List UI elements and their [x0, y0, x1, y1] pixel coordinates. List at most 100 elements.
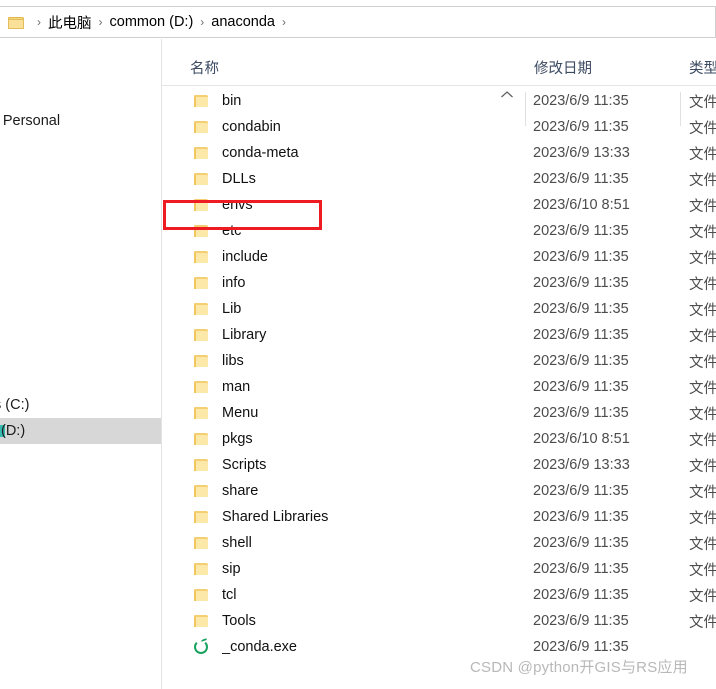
file-row[interactable]: man 2023/6/9 11:35 文件 — [162, 374, 716, 400]
file-date-modified: 2023/6/9 11:35 — [533, 587, 629, 603]
file-type: 文件 — [689, 224, 716, 241]
file-row[interactable]: include 2023/6/9 11:35 文件 — [162, 244, 716, 270]
file-name: Tools — [222, 613, 256, 629]
file-type: 文件 — [689, 354, 716, 371]
file-type: 文件 — [689, 510, 716, 527]
folder-icon — [193, 223, 210, 239]
file-row[interactable]: bin 2023/6/9 11:35 文件 — [162, 88, 716, 114]
file-date-modified: 2023/6/9 11:35 — [533, 613, 629, 629]
file-type: 文件 — [689, 458, 716, 475]
breadcrumb-item-this-pc[interactable]: 此电脑 — [48, 12, 92, 33]
file-name: Shared Libraries — [222, 509, 329, 525]
folder-icon — [193, 587, 210, 603]
file-date-modified: 2023/6/9 11:35 — [533, 327, 629, 343]
file-name: sip — [222, 561, 241, 577]
file-name: etc — [222, 223, 242, 239]
file-row[interactable]: libs 2023/6/9 11:35 文件 — [162, 348, 716, 374]
anaconda-icon — [193, 638, 210, 655]
file-name: pkgs — [222, 431, 253, 447]
file-name: DLLs — [222, 171, 256, 187]
file-date-modified: 2023/6/9 11:35 — [533, 275, 629, 291]
file-row[interactable]: tcl 2023/6/9 11:35 文件 — [162, 582, 716, 608]
file-date-modified: 2023/6/9 11:35 — [533, 535, 629, 551]
file-date-modified: 2023/6/9 11:35 — [533, 405, 629, 421]
file-row[interactable]: Tools 2023/6/9 11:35 文件 — [162, 608, 716, 634]
file-type: 文件 — [689, 198, 716, 215]
file-row[interactable]: Shared Libraries 2023/6/9 11:35 文件 — [162, 504, 716, 530]
folder-icon — [193, 197, 210, 213]
file-type: 文件 — [689, 146, 716, 163]
file-row[interactable]: share 2023/6/9 11:35 文件 — [162, 478, 716, 504]
folder-icon — [193, 483, 210, 499]
address-bar[interactable]: › 此电脑 › common (D:) › anaconda › — [0, 6, 716, 38]
nav-item-2[interactable]: (D:) — [0, 418, 161, 444]
folder-icon — [193, 405, 210, 421]
folder-icon — [193, 275, 210, 291]
file-type: 文件 — [689, 94, 716, 111]
breadcrumb-separator-2[interactable]: › — [200, 15, 204, 29]
file-name: tcl — [222, 587, 237, 603]
file-type: 文件 — [689, 432, 716, 449]
file-type: 文件 — [689, 172, 716, 189]
file-type: 文件 — [689, 328, 716, 345]
folder-icon — [193, 93, 210, 109]
file-row[interactable]: pkgs 2023/6/10 8:51 文件 — [162, 426, 716, 452]
file-name: shell — [222, 535, 252, 551]
file-row[interactable]: Library 2023/6/9 11:35 文件 — [162, 322, 716, 348]
file-name: man — [222, 379, 251, 395]
file-name: libs — [222, 353, 244, 369]
file-date-modified: 2023/6/9 11:35 — [533, 93, 629, 109]
nav-item-label: - Personal — [0, 113, 61, 129]
file-date-modified: 2023/6/9 11:35 — [533, 119, 629, 135]
folder-icon — [193, 561, 210, 577]
file-date-modified: 2023/6/9 11:35 — [533, 249, 629, 265]
file-type: 文件 — [689, 484, 716, 501]
column-header-type[interactable]: 类型 — [689, 57, 716, 78]
csdn-watermark: CSDN @python开GIS与RS应用 — [470, 659, 688, 676]
file-row[interactable]: Menu 2023/6/9 11:35 文件 — [162, 400, 716, 426]
folder-icon — [193, 171, 210, 187]
nav-item-0[interactable]: - Personal — [0, 108, 161, 134]
file-row[interactable]: Lib 2023/6/9 11:35 文件 — [162, 296, 716, 322]
file-type: 文件 — [689, 614, 716, 631]
breadcrumb-separator-1[interactable]: › — [99, 15, 103, 29]
nav-item-1[interactable]: s (C:) — [0, 392, 161, 418]
file-date-modified: 2023/6/9 11:35 — [533, 171, 629, 187]
folder-icon — [193, 457, 210, 473]
file-row[interactable]: info 2023/6/9 11:35 文件 — [162, 270, 716, 296]
file-row[interactable]: sip 2023/6/9 11:35 文件 — [162, 556, 716, 582]
file-date-modified: 2023/6/9 11:35 — [533, 509, 629, 525]
nav-item-label: (D:) — [1, 423, 26, 439]
breadcrumb-item-common-d[interactable]: common (D:) — [110, 14, 194, 30]
file-row[interactable]: conda-meta 2023/6/9 13:33 文件 — [162, 140, 716, 166]
file-type: 文件 — [689, 276, 716, 293]
file-date-modified: 2023/6/9 11:35 — [533, 561, 629, 577]
breadcrumb-separator-3[interactable]: › — [282, 15, 286, 29]
file-name: Scripts — [222, 457, 267, 473]
file-list[interactable]: bin 2023/6/9 11:35 文件 condabin 2023/6/9 11:3… — [162, 88, 716, 689]
file-row[interactable]: condabin 2023/6/9 11:35 文件 — [162, 114, 716, 140]
column-header-name[interactable]: 名称 — [190, 57, 219, 78]
folder-icon — [193, 301, 210, 317]
folder-icon — [193, 535, 210, 551]
file-date-modified: 2023/6/10 8:51 — [533, 197, 630, 213]
file-row[interactable]: etc 2023/6/9 11:35 文件 — [162, 218, 716, 244]
folder-icon — [193, 249, 210, 265]
file-date-modified: 2023/6/9 11:35 — [533, 639, 629, 655]
file-name: Lib — [222, 301, 242, 317]
folder-icon — [193, 327, 210, 343]
file-type: 文件 — [689, 302, 716, 319]
file-type: 文件 — [689, 380, 716, 397]
file-type: 文件 — [689, 250, 716, 267]
file-row[interactable]: shell 2023/6/9 11:35 文件 — [162, 530, 716, 556]
column-header-date-modified[interactable]: 修改日期 — [534, 57, 592, 78]
file-row[interactable]: envs 2023/6/10 8:51 文件 — [162, 192, 716, 218]
navigation-pane: - Personal s (C:) (D:) — [0, 39, 161, 689]
file-type: 文件 — [689, 588, 716, 605]
folder-icon — [193, 145, 210, 161]
file-row[interactable]: Scripts 2023/6/9 13:33 文件 — [162, 452, 716, 478]
breadcrumb-item-anaconda[interactable]: anaconda — [211, 14, 275, 30]
file-name: Library — [222, 327, 267, 343]
file-name: condabin — [222, 119, 281, 135]
file-row[interactable]: DLLs 2023/6/9 11:35 文件 — [162, 166, 716, 192]
